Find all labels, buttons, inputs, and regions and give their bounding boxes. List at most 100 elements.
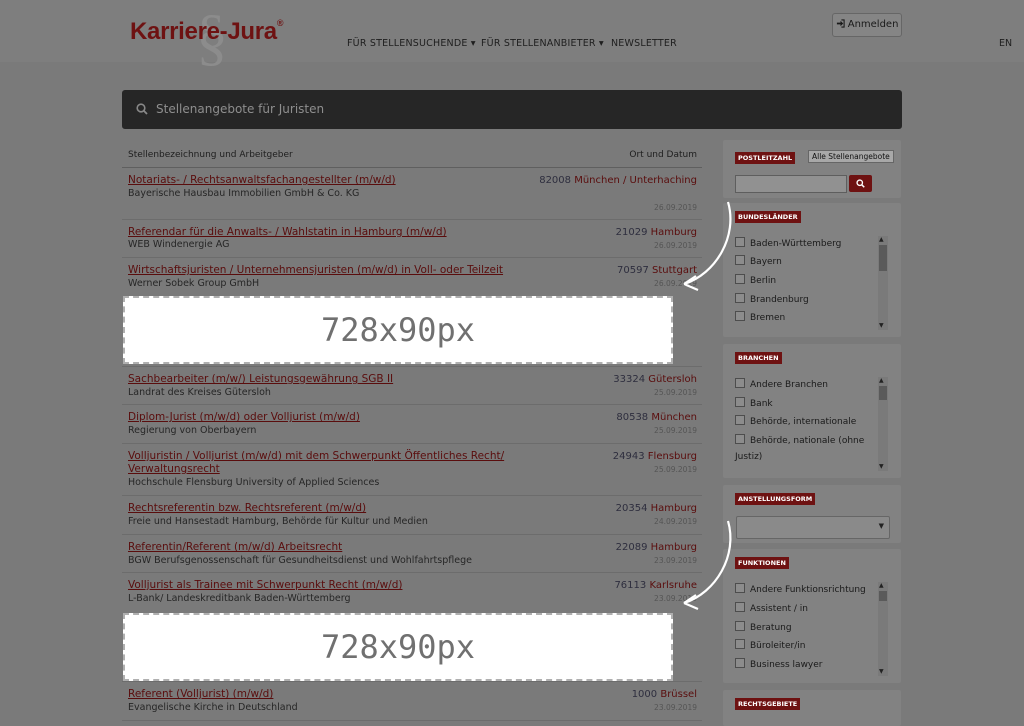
job-zip: 70597 [617,265,649,276]
checkbox-branche[interactable]: Behörde, nationale (ohne [735,434,864,446]
job-date: 25.09.2019 [654,388,697,397]
logo-registered-mark: ® [276,18,284,28]
scroll-up-arrow-icon[interactable]: ▲ [879,236,884,243]
checkbox-label: Behörde, nationale (ohne [750,436,865,446]
login-button[interactable]: Anmelden [832,13,902,37]
checkbox-funktion[interactable]: Büroleiter/in [735,639,805,651]
col-header-location: Ort und Datum [629,150,697,160]
funktionen-label: FUNKTIONEN [735,557,789,569]
checkbox-funktion[interactable]: Business lawyer [735,658,823,670]
search-bar[interactable]: Stellenangebote für Juristen [122,90,902,129]
checkbox-box[interactable] [735,397,745,407]
scroll-down-arrow-icon[interactable]: ▼ [879,322,884,329]
checkbox-label: Brandenburg [750,295,809,305]
job-row[interactable]: Volljuristin / Volljurist (m/w/d) mit de… [122,444,702,496]
nav-newsletter[interactable]: NEWSLETTER [611,38,677,49]
checkbox-label: Andere Branchen [750,380,828,390]
scrollbar-thumb[interactable] [879,591,887,601]
job-zip: 82008 [539,175,572,186]
job-employer: L-Bank/ Landeskreditbank Baden-Württembe… [128,593,351,604]
plz-search-button[interactable] [849,175,872,192]
checkbox-funktion[interactable]: Beratung [735,621,792,633]
funktionen-scrollbar[interactable]: ▲ ▼ [878,582,888,676]
checkbox-box[interactable] [735,311,745,321]
anstellungsform-select[interactable]: ▼ [736,516,890,539]
checkbox-box[interactable] [735,602,745,612]
checkbox-box[interactable] [735,293,745,303]
scroll-up-arrow-icon[interactable]: ▲ [879,582,884,589]
job-zip: 21029 [615,227,648,238]
job-title-link[interactable]: Diplom-Jurist (m/w/d) oder Volljurist (m… [128,411,508,424]
job-location: 80538 München [497,411,697,424]
checkbox-bundesland[interactable]: Brandenburg [735,293,809,305]
col-header-title: Stellenbezeichnung und Arbeitgeber [128,150,293,160]
job-title-link[interactable]: Rechtsreferentin bzw. Rechtsreferent (m/… [128,502,508,515]
checkbox-box[interactable] [735,237,745,247]
checkbox-box[interactable] [735,583,745,593]
checkbox-box[interactable] [735,255,745,265]
checkbox-label: Assistent / in [750,604,808,614]
branchen-scrollbar[interactable]: ▲ ▼ [878,377,888,471]
checkbox-bundesland[interactable]: Berlin [735,274,776,286]
checkbox-box[interactable] [735,434,745,444]
hint-arrow-icon [683,201,732,292]
job-location: 76113 Karlsruhe [497,579,697,592]
checkbox-label: Büroleiter/in [750,641,806,651]
job-row[interactable]: Rechtsreferentin bzw. Rechtsreferent (m/… [122,496,702,535]
bundeslaender-scrollbar[interactable]: ▲ ▼ [878,236,888,330]
checkbox-branche[interactable]: Bank [735,397,773,409]
checkbox-bundesland[interactable]: Bremen [735,311,785,323]
job-title-link[interactable]: Notariats- / Rechtsanwaltsfachangestellt… [128,174,508,187]
scroll-down-arrow-icon[interactable]: ▼ [879,463,884,470]
job-employer: WEB Windenergie AG [128,239,230,250]
scrollbar-thumb[interactable] [879,386,887,400]
checkbox-funktion[interactable]: Assistent / in [735,602,808,614]
nav-employers[interactable]: FÜR STELLENANBIETER ▾ [481,38,604,49]
job-row[interactable]: Notariats- / Rechtsanwaltsfachangestellt… [122,168,702,220]
sign-in-icon [836,19,845,28]
job-title-link[interactable]: Referendar für die Anwalts- / Wahlstatin… [128,226,508,239]
scrollbar-thumb[interactable] [879,245,887,271]
job-row[interactable]: Diplom-Jurist (m/w/d) oder Volljurist (m… [122,405,702,444]
all-jobs-button[interactable]: Alle Stellenangebote [808,150,894,163]
job-title-link[interactable]: Volljuristin / Volljurist (m/w/d) mit de… [128,450,508,476]
job-zip: 80538 [616,412,649,423]
checkbox-branche[interactable]: Andere Branchen [735,378,828,390]
scroll-up-arrow-icon[interactable]: ▲ [879,377,884,384]
nav-job-seekers[interactable]: FÜR STELLENSUCHENDE ▾ [347,38,476,49]
scroll-down-arrow-icon[interactable]: ▼ [879,668,884,675]
job-title-link[interactable]: Wirtschaftsjuristen / Unternehmensjurist… [128,264,548,277]
checkbox-box[interactable] [735,639,745,649]
filter-rechtsgebiete: RECHTSGEBIETE [723,690,901,726]
job-title-link[interactable]: Referentin/Referent (m/w/d) Arbeitsrecht [128,541,508,554]
checkbox-bundesland[interactable]: Bayern [735,255,782,267]
checkbox-branche-continued: Justiz) [735,452,762,462]
language-switch[interactable]: EN [999,38,1012,49]
branchen-label: BRANCHEN [735,352,782,364]
checkbox-branche[interactable]: Behörde, internationale [735,415,856,427]
job-title-link[interactable]: Referent (Volljurist) (m/w/d) [128,688,508,701]
job-row[interactable]: Referentin/Referent (m/w/d) Arbeitsrecht… [122,535,702,573]
checkbox-label: Berlin [750,276,777,286]
ad-banner-placeholder: 728x90px [123,613,673,681]
checkbox-box[interactable] [735,378,745,388]
job-location: 82008 München / Unterhaching [497,174,697,187]
checkbox-bundesland[interactable]: Baden-Württemberg [735,237,841,249]
job-title-link[interactable]: Volljurist als Trainee mit Schwerpunkt R… [128,579,508,592]
logo-text: Karriere-Jura [130,18,277,45]
checkbox-label: Behörde, internationale [750,417,857,427]
job-row[interactable]: Sachbearbeiter (m/w/) Leistungsgewährung… [122,367,702,405]
job-row[interactable]: Referent (Volljurist) (m/w/d) Evangelisc… [122,682,702,721]
checkbox-funktion[interactable]: Andere Funktionsrichtung [735,583,866,595]
job-row[interactable]: Referendar für die Anwalts- / Wahlstatin… [122,220,702,258]
job-title-link[interactable]: Sachbearbeiter (m/w/) Leistungsgewährung… [128,373,508,386]
checkbox-box[interactable] [735,658,745,668]
checkbox-box[interactable] [735,621,745,631]
hint-arrow-icon [683,520,732,611]
plz-input[interactable] [735,175,847,193]
job-location: 70597 Stuttgart [497,264,697,277]
checkbox-box[interactable] [735,274,745,284]
checkbox-box[interactable] [735,415,745,425]
site-logo[interactable]: § Karriere-Jura® [130,1,284,72]
search-icon [856,179,865,188]
